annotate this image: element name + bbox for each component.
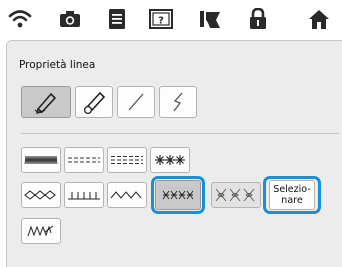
freehand-line-icon <box>173 92 183 112</box>
wave-stitch-button[interactable] <box>107 182 147 208</box>
panel-title: Proprietà linea <box>19 59 96 71</box>
freehand-line-tool-button[interactable] <box>159 86 197 118</box>
chain-stitch-button[interactable] <box>21 182 61 208</box>
wifi-icon[interactable] <box>6 6 34 32</box>
double-dashed-stitch-icon <box>111 156 143 164</box>
dashed-stitch-button[interactable] <box>64 147 104 173</box>
blanket-stitch-button[interactable] <box>64 182 104 208</box>
document-icon[interactable] <box>103 6 131 32</box>
divider <box>21 133 339 134</box>
pencil-plus-icon <box>83 91 106 114</box>
wave-stitch-icon <box>110 191 142 199</box>
pencil-sewing-icon <box>34 92 57 114</box>
pencil-sewing-tool-button[interactable] <box>21 86 71 118</box>
line-properties-panel: Proprietà linea Selezio- nare <box>6 40 342 267</box>
lock-icon[interactable] <box>244 6 272 32</box>
handwritten-stitch-icon <box>27 225 54 237</box>
cross-stitch-large-button[interactable] <box>211 182 261 208</box>
dashed-stitch-icon <box>68 157 100 163</box>
help-icon[interactable]: ? <box>147 6 175 32</box>
top-toolbar: ? <box>0 0 342 36</box>
svg-text:?: ? <box>158 16 164 27</box>
straight-line-icon <box>128 93 144 111</box>
camera-icon[interactable] <box>56 6 84 32</box>
star-stitch-icon <box>155 155 185 165</box>
blanket-stitch-icon <box>68 192 100 200</box>
cross-stitch-small-highlight <box>151 176 205 214</box>
zigzag-stitch-button[interactable] <box>21 147 61 173</box>
zigzag-stitch-icon <box>24 155 58 165</box>
chain-stitch-icon <box>24 190 56 200</box>
star-stitch-button[interactable] <box>150 147 190 173</box>
straight-line-tool-button[interactable] <box>117 86 155 118</box>
double-dashed-stitch-button[interactable] <box>107 147 147 173</box>
handwritten-stitch-button[interactable] <box>21 218 61 244</box>
cross-stitch-large-icon <box>215 188 255 202</box>
select-button-highlight <box>263 176 321 214</box>
pencil-plus-tool-button[interactable] <box>75 86 113 118</box>
threading-icon[interactable] <box>197 6 225 32</box>
home-icon[interactable] <box>305 6 333 32</box>
